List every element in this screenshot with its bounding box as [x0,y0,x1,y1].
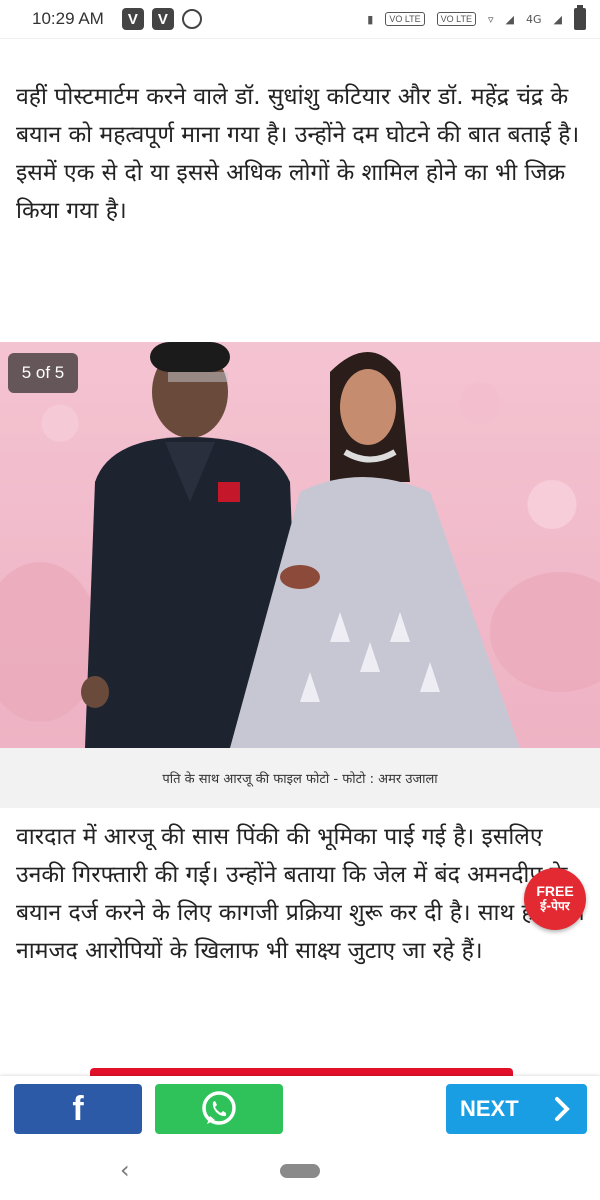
notification-icons: V V [121,8,202,30]
system-navigation-bar: ‹ [0,1142,600,1200]
facebook-icon: f [72,1089,84,1128]
home-pill-icon[interactable] [280,1164,320,1178]
ad-strip[interactable] [90,1068,513,1076]
next-button[interactable]: NEXT [446,1084,587,1134]
header-divider [0,38,600,50]
photo-counter: 5 of 5 [8,353,78,393]
epaper-label: ई-पेपर [540,899,570,913]
wifi-icon: ▿ [488,12,494,26]
signal-icon-2: ◢ [553,12,562,26]
epaper-free-label: FREE [536,883,574,899]
next-label: NEXT [460,1096,519,1121]
back-icon[interactable]: ‹ [120,1156,130,1184]
article-paragraph: वहीं पोस्टमार्टम करने वाले डॉ. सुधांशु क… [16,84,580,224]
facebook-share-button[interactable]: f [14,1084,142,1134]
status-time: 10:29 AM [32,9,104,28]
network-type: 4G [526,12,542,26]
v-app-icon: V [151,8,174,30]
status-bar: 10:29 AM V V ▮ VO LTE VO LTE ▿ ◢ 4G ◢ [0,0,600,38]
whatsapp-icon [202,1091,236,1125]
whatsapp-share-button[interactable] [155,1084,283,1134]
vibrate-icon: ▮ [367,12,374,26]
photo-illustration [0,342,600,748]
volte-icon-1: VO LTE [385,12,425,26]
battery-icon [574,5,586,30]
article-paragraph: वारदात में आरजू की सास पिंकी की भूमिका प… [16,824,585,964]
article-photo[interactable] [0,342,600,748]
whatsapp-notification-icon [181,9,202,29]
chevron-right-icon [555,1097,570,1121]
system-icons: ▮ VO LTE VO LTE ▿ ◢ 4G ◢ [367,5,586,30]
photo-caption: पति के साथ आरजू की फाइल फोटो - फोटो : अम… [0,748,600,808]
signal-icon: ◢ [505,12,514,26]
volte-icon-2: VO LTE [436,12,476,26]
epaper-badge-button[interactable]: FREE ई-पेपर [524,868,586,930]
share-bar: f NEXT [0,1076,600,1142]
v-app-icon: V [121,8,144,30]
